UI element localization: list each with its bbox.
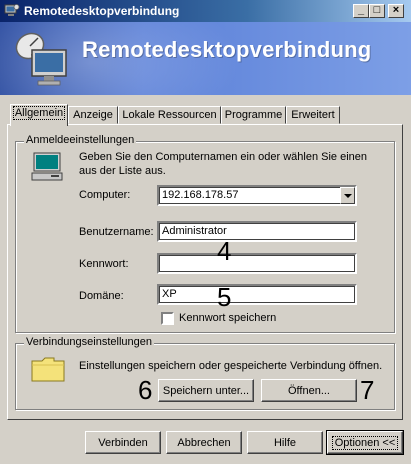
connect-label: Verbinden: [98, 436, 148, 449]
close-icon: ×: [392, 4, 400, 16]
rdp-satellite-computer-icon: [15, 32, 67, 86]
tab-lokale-ressourcen-label: Lokale Ressourcen: [122, 109, 217, 121]
computer-monitor-icon: [31, 152, 63, 181]
annotation-number-7: 7: [360, 375, 375, 405]
help-button[interactable]: Hilfe: [247, 431, 323, 454]
options-button[interactable]: Optionen <<: [326, 430, 404, 455]
rdp-computer-icon: [4, 4, 20, 16]
tab-erweitert-label: Erweitert: [291, 109, 335, 121]
login-description: Geben Sie den Computernamen ein oder wäh…: [79, 151, 368, 177]
connect-button[interactable]: Verbinden: [85, 431, 161, 454]
tab-anzeige[interactable]: Anzeige: [68, 106, 118, 124]
cancel-button[interactable]: Abbrechen: [166, 431, 242, 454]
annotation-number-5: 5: [217, 282, 232, 312]
tab-erweitert[interactable]: Erweitert: [286, 106, 340, 124]
tab-programme-label: Programme: [224, 109, 283, 121]
open-button[interactable]: Öffnen...: [261, 379, 357, 402]
save-password-label[interactable]: Kennwort speichern: [179, 312, 276, 324]
cancel-label: Abbrechen: [177, 436, 231, 449]
password-label: Kennwort:: [79, 258, 129, 270]
options-label: Optionen <<: [331, 435, 399, 450]
save-as-button[interactable]: Speichern unter...: [158, 379, 254, 402]
minimize-button[interactable]: _: [353, 4, 369, 18]
folder-icon: [31, 357, 65, 382]
title-bar[interactable]: Remotedesktopverbindung _ □ ×: [0, 0, 411, 22]
connection-settings-group-label: Verbindungseinstellungen: [24, 336, 154, 348]
chevron-down-icon[interactable]: [340, 187, 355, 204]
banner-title: Remotedesktopverbindung: [82, 37, 372, 62]
computer-value: 192.168.178.57: [162, 189, 239, 201]
annotation-number-4: 4: [217, 236, 232, 266]
username-label: Benutzername:: [79, 226, 154, 238]
save-password-checkbox[interactable]: [161, 312, 174, 325]
password-field[interactable]: [157, 253, 357, 274]
domain-field[interactable]: XP: [157, 284, 357, 305]
tab-allgemein-label: Allgemein: [12, 106, 66, 120]
tab-programme[interactable]: Programme: [221, 106, 286, 124]
help-label: Hilfe: [273, 436, 296, 449]
tab-lokale-ressourcen[interactable]: Lokale Ressourcen: [118, 106, 221, 124]
connection-description: Einstellungen speichern oder gespeichert…: [79, 360, 383, 372]
maximize-icon: □: [373, 4, 381, 16]
annotation-number-6: 6: [138, 375, 153, 405]
remote-desktop-window: Remotedesktopverbindung _ □ × Remotedesk…: [0, 0, 411, 464]
maximize-button[interactable]: □: [369, 4, 385, 18]
save-as-label: Speichern unter...: [162, 384, 250, 397]
domain-value: XP: [162, 288, 177, 300]
close-button[interactable]: ×: [388, 4, 404, 18]
minimize-icon: _: [357, 4, 365, 16]
window-title: Remotedesktopverbindung: [24, 4, 180, 18]
tab-anzeige-label: Anzeige: [73, 109, 113, 121]
computer-label: Computer:: [79, 189, 131, 201]
computer-combobox[interactable]: 192.168.178.57: [157, 185, 357, 206]
open-label: Öffnen...: [288, 384, 330, 397]
domain-label: Domäne:: [79, 290, 124, 302]
username-field[interactable]: Administrator: [157, 221, 357, 242]
header-banner: Remotedesktopverbindung: [0, 22, 411, 95]
tab-allgemein[interactable]: Allgemein: [10, 104, 68, 126]
login-settings-group-label: Anmeldeeinstellungen: [24, 134, 137, 146]
